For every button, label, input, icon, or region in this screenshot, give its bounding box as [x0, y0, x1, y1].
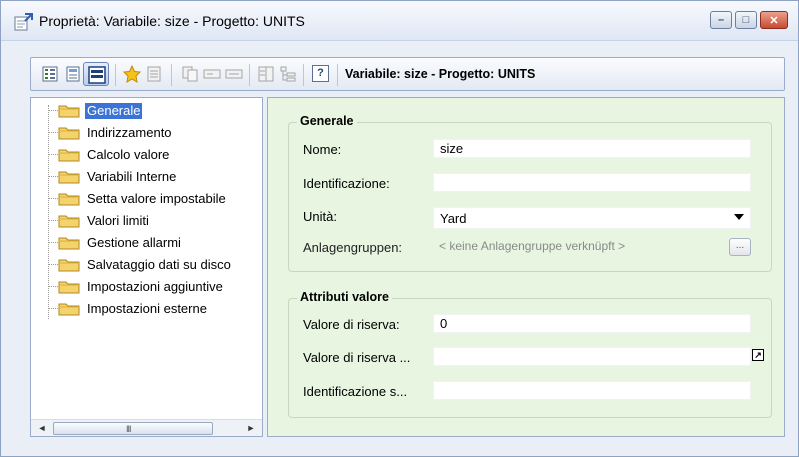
folder-icon [58, 237, 80, 250]
jump-glyph: ↗ [754, 350, 762, 360]
tree-view-icon[interactable] [41, 65, 59, 83]
value-attributes-group: Attributi valore Valore di riserva: 0 Va… [288, 290, 772, 418]
tree-item-label: Gestione allarmi [87, 235, 181, 250]
name-field[interactable]: size [433, 139, 751, 158]
minimize-icon: – [717, 14, 725, 26]
toolbar-separator [115, 64, 116, 86]
reserve-value-2-field[interactable] [433, 347, 751, 366]
properties-panel: Generale Nome: size Identificazione: Uni… [267, 97, 785, 437]
identification-s-label: Identificazione s... [303, 384, 408, 399]
folder-icon [58, 303, 80, 316]
folder-icon [58, 171, 80, 184]
help-icon: ? [317, 67, 324, 79]
minimize-button[interactable]: – [710, 11, 732, 29]
input-field-icon [225, 69, 243, 79]
ellipsis-icon: ... [735, 240, 745, 251]
folder-icon [58, 259, 80, 272]
tree-item-label: Impostazioni esterne [87, 301, 207, 316]
title-bar[interactable]: Proprietà: Variabile: size - Progetto: U… [1, 1, 798, 41]
tree-item-label: Impostazioni aggiuntive [87, 279, 223, 294]
folder-icon [58, 215, 80, 228]
columns-icon [258, 66, 274, 82]
tree-connector [48, 154, 58, 155]
toolbar-separator [303, 64, 304, 86]
tree-connector [48, 286, 58, 287]
folder-icon [58, 105, 80, 118]
properties-list-icon [147, 66, 161, 82]
properties-window: Proprietà: Variabile: size - Progetto: U… [0, 0, 799, 457]
maximize-icon: □ [742, 14, 750, 26]
scroll-thumb[interactable]: III [53, 422, 213, 435]
toolbar-separator [171, 64, 172, 86]
tree-connector [48, 308, 58, 309]
help-button[interactable]: ? [312, 65, 329, 82]
tree-item-label: Valori limiti [87, 213, 149, 228]
folder-icon [58, 127, 80, 140]
maximize-button[interactable]: □ [735, 11, 757, 29]
folder-icon [58, 193, 80, 206]
properties-icon [14, 13, 33, 31]
tree-item-label: Variabili Interne [87, 169, 177, 184]
tree-item-label: Setta valore impostabile [87, 191, 226, 206]
name-label: Nome: [303, 142, 342, 157]
copy-icon [182, 66, 198, 82]
tree-item-label: Calcolo valore [87, 147, 170, 162]
folder-icon [58, 149, 80, 162]
scroll-grip: III [126, 424, 131, 434]
tree-connector [48, 110, 58, 111]
tree-connector [48, 220, 58, 221]
tree-connector [48, 198, 58, 199]
plant-groups-field: < keine Anlagengruppe verknüpft > [439, 239, 626, 253]
unit-select-value: Yard [440, 211, 467, 226]
identification-s-field[interactable] [433, 381, 751, 400]
tree-item-label: Salvataggio dati su disco [87, 257, 231, 272]
close-button[interactable]: ✕ [760, 11, 788, 29]
scroll-left-icon[interactable]: ◄ [35, 422, 49, 435]
reserve-value-2-label: Valore di riserva ... [303, 350, 411, 365]
toolbar: ? Variabile: size - Progetto: UNITS [30, 57, 785, 91]
tree-connector [48, 176, 58, 177]
reserve-value-field[interactable]: 0 [433, 314, 751, 333]
toolbar-title: Variabile: size - Progetto: UNITS [345, 67, 536, 81]
general-group: Generale Nome: size Identificazione: Uni… [288, 114, 772, 272]
category-tree: Generale Indirizzamento Calcolo valore Vari… [30, 97, 263, 437]
close-icon: ✕ [769, 14, 779, 27]
horizontal-scrollbar[interactable]: ◄ III ► [31, 419, 262, 436]
value-attributes-title: Attributi valore [297, 290, 392, 304]
tree-connector [48, 242, 58, 243]
browse-button[interactable]: ... [729, 238, 751, 256]
hierarchy-icon [280, 66, 296, 82]
toolbar-separator [249, 64, 250, 86]
form-view-button[interactable] [83, 62, 109, 86]
tree-item-label: Indirizzamento [87, 125, 172, 140]
jump-link-icon[interactable]: ↗ [752, 349, 764, 361]
identification-field[interactable] [433, 173, 751, 192]
reserve-value-label: Valore di riserva: [303, 317, 400, 332]
plant-groups-label: Anlagengruppen: [303, 240, 403, 255]
window-title: Proprietà: Variabile: size - Progetto: U… [39, 13, 305, 29]
page-view-icon[interactable] [64, 65, 82, 83]
scroll-right-icon[interactable]: ► [244, 422, 258, 435]
chevron-down-icon [734, 214, 744, 220]
unit-label: Unità: [303, 209, 337, 224]
unit-select[interactable]: Yard [433, 207, 751, 229]
tree-connector [48, 132, 58, 133]
tree-connector [48, 264, 58, 265]
favorite-star-icon[interactable] [123, 65, 141, 83]
tree-item-label: Generale [85, 103, 143, 119]
toolbar-separator [337, 64, 338, 86]
dropdown-field-icon [203, 69, 221, 79]
general-group-title: Generale [297, 114, 357, 128]
identification-label: Identificazione: [303, 176, 390, 191]
folder-icon [58, 281, 80, 294]
form-view-icon [88, 66, 106, 84]
